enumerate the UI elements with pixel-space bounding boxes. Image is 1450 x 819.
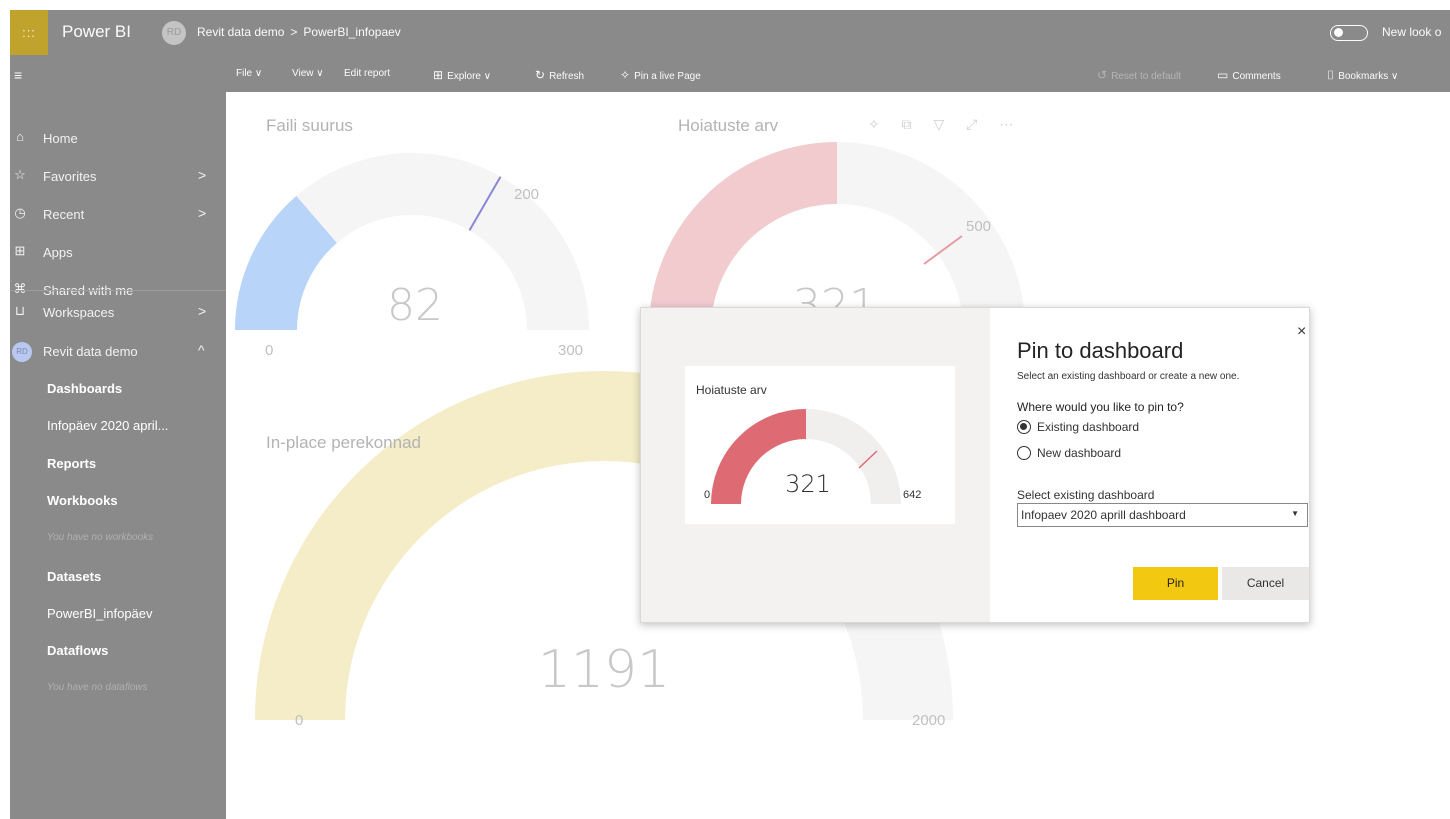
gauge1-target-label: 200 (514, 186, 540, 203)
pin-to-dashboard-dialog: Hoiatuste arv 321 0 642 × Pin to dashboa… (640, 307, 1310, 623)
gauge1-min: 0 (265, 342, 274, 359)
tile-preview: Hoiatuste arv 321 0 642 (685, 366, 955, 524)
tile-preview-pane: Hoiatuste arv 321 0 642 (641, 308, 990, 622)
gauge1-max: 300 (558, 342, 584, 359)
radio-label: New dashboard (1037, 446, 1122, 460)
radio-label: Existing dashboard (1037, 420, 1140, 434)
gauge2-title: Hoiatuste arv (678, 116, 779, 135)
dropdown-caret-icon: ▼ (1291, 509, 1299, 518)
preview-max: 642 (903, 489, 922, 501)
pin-location-question: Where would you like to pin to? (1017, 400, 1184, 414)
radio-new-dashboard[interactable]: New dashboard (1017, 445, 1277, 463)
gauge1-title: Faili suurus (266, 116, 353, 135)
close-icon[interactable]: × (1297, 323, 1306, 341)
gauge3-value: 1191 (537, 640, 671, 700)
pin-button[interactable]: Pin (1133, 567, 1218, 600)
preview-min: 0 (704, 489, 711, 501)
gauge3-title: In-place perekonnad (266, 433, 422, 452)
dashboard-select[interactable]: Infopaev 2020 aprill dashboard ▼ (1017, 503, 1308, 527)
gauge3-min: 0 (295, 712, 304, 729)
select-dashboard-label: Select existing dashboard (1017, 488, 1155, 502)
gauge1-value: 82 (387, 280, 443, 331)
visual-header-icons[interactable]: ✧ ⧉ ▽ ⤢ ⋯ (868, 116, 1022, 133)
radio-existing-dashboard[interactable]: Existing dashboard (1017, 419, 1277, 437)
radio-unselected-icon (1017, 446, 1031, 460)
gauge3-max: 2000 (912, 712, 946, 729)
preview-value: 321 (785, 470, 831, 498)
dashboard-select-value: Infopaev 2020 aprill dashboard (1021, 508, 1186, 522)
gauge1-fill (235, 196, 338, 331)
dialog-subtitle: Select an existing dashboard or create a… (1017, 371, 1240, 382)
gauge2-target-label: 500 (966, 218, 992, 235)
cancel-button[interactable]: Cancel (1222, 567, 1309, 600)
dialog-title: Pin to dashboard (1017, 338, 1184, 363)
radio-selected-icon (1017, 420, 1031, 434)
